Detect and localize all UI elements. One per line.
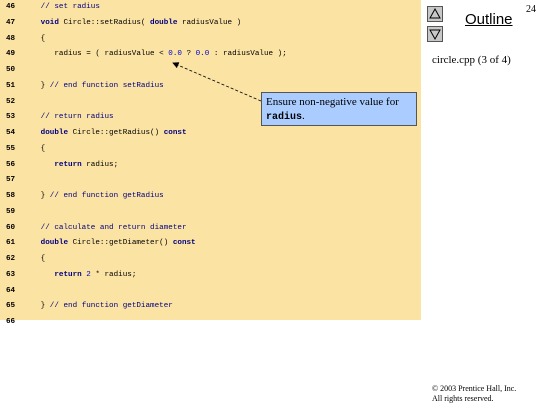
line-number: 55 [6, 144, 16, 153]
line-number: 60 [6, 223, 16, 232]
file-label: circle.cpp (3 of 4) [432, 54, 511, 66]
copyright: © 2003 Prentice Hall, Inc. All rights re… [432, 384, 516, 404]
line-number: 64 [6, 286, 16, 295]
outline-link[interactable]: Outline [465, 11, 513, 28]
callout-note: Ensure non-negative value for radius. [261, 92, 417, 126]
line-number: 65 [6, 302, 16, 311]
code-text: } // end function getDiameter [27, 302, 173, 311]
code-text: { [27, 144, 46, 153]
line-number: 49 [6, 50, 16, 59]
code-text: radius = ( radiusValue < 0.0 ? 0.0 : rad… [27, 50, 287, 59]
code-text: // set radius [40, 3, 100, 11]
line-number: 63 [6, 270, 16, 279]
callout-suffix: . [302, 110, 305, 122]
line-number: 58 [6, 192, 16, 200]
copyright-line-2: All rights reserved. [432, 394, 494, 403]
triangle-up-icon [429, 7, 441, 19]
code-text: } // end function getRadius [27, 192, 164, 200]
next-slide-button[interactable] [427, 26, 443, 42]
line-number: 48 [6, 34, 16, 43]
line-number: 51 [6, 81, 16, 90]
code-panel: 66 65 } // end function getDiameter 64 63 r… [0, 0, 421, 326]
code-text: return radius; [54, 160, 119, 169]
code-text: return 2 * radius; [54, 270, 137, 279]
line-number: 46 [6, 3, 16, 11]
code-text: // calculate and return diameter [40, 223, 187, 232]
code-text: double Circle::getDiameter() const [40, 239, 196, 248]
code-text: void Circle::setRadius( double radiusVal… [40, 18, 242, 27]
line-number: 52 [6, 97, 16, 106]
code-text: double Circle::getRadius() const [40, 129, 187, 137]
line-number: 47 [6, 18, 16, 27]
code-text: // return radius [40, 113, 114, 122]
page-number: 24 [526, 4, 536, 15]
code-text: } // end function setRadius [27, 81, 164, 90]
line-number: 61 [6, 239, 16, 248]
triangle-down-icon [429, 29, 441, 41]
callout-code: radius [266, 112, 303, 123]
code-text: { [27, 34, 46, 43]
line-number: 62 [6, 255, 16, 263]
line-number: 50 [6, 66, 16, 74]
copyright-line-1: © 2003 Prentice Hall, Inc. [432, 384, 517, 393]
code-text: { [27, 255, 46, 263]
line-number: 57 [6, 176, 16, 185]
line-number: 54 [6, 129, 16, 137]
previous-slide-button[interactable] [427, 6, 443, 22]
line-number: 56 [6, 160, 16, 169]
line-number: 59 [6, 207, 16, 216]
line-number: 66 [6, 318, 16, 326]
line-number: 53 [6, 113, 16, 122]
callout-text: Ensure non-negative value for [266, 96, 399, 108]
